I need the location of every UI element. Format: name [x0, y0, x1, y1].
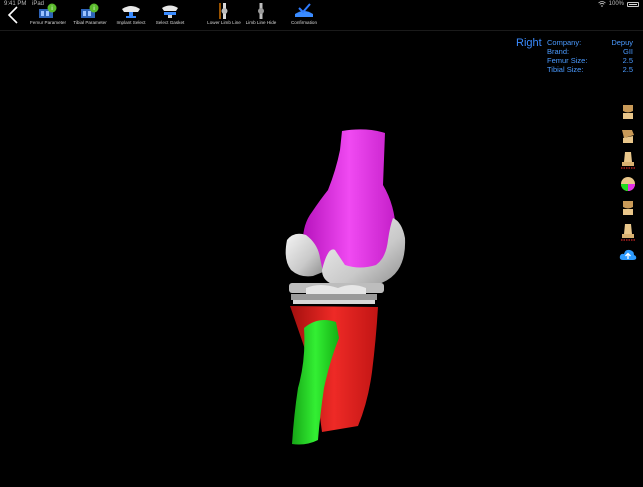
select-gasket-button[interactable]: Select Gasket: [142, 3, 198, 29]
femur-parameter-icon: i: [39, 3, 57, 18]
chevron-left-icon: [7, 6, 18, 24]
back-button[interactable]: [6, 5, 20, 25]
tibial-parameter-icon: i: [81, 3, 99, 18]
tool-label: Select Gasket: [155, 20, 185, 25]
tibial-tray: [291, 294, 377, 300]
confirmation-icon: [295, 3, 313, 17]
svg-text:i: i: [51, 6, 52, 12]
toolbar: i Femur Parameter i Tibial Parameter Imp…: [0, 0, 643, 31]
limb-line-hide-icon: [258, 3, 264, 19]
knee-3d-viewport[interactable]: [0, 31, 643, 482]
implant-select-icon: [122, 6, 140, 18]
knee-model: [285, 129, 406, 445]
tool-label: Confirmation: [290, 20, 318, 25]
lower-limb-line-icon: [219, 3, 228, 19]
svg-text:i: i: [93, 6, 94, 12]
confirmation-button[interactable]: Confirmation: [276, 3, 332, 29]
select-gasket-icon: [162, 5, 178, 18]
tibial-tray: [293, 300, 375, 304]
